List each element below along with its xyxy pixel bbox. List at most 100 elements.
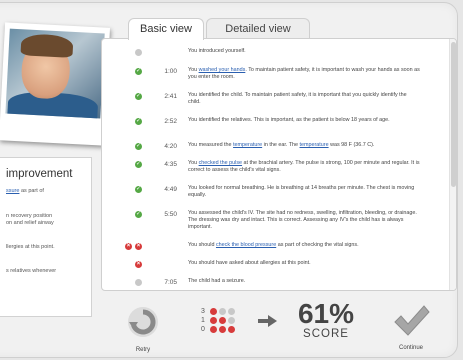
result-count: 0 xyxy=(201,326,205,333)
status-cell xyxy=(120,160,150,169)
summary-bar: Retry 3 1 0 61% SCORE Continue xyxy=(101,296,457,356)
row-text-segment: You introduced yourself. xyxy=(188,48,246,54)
improvement-text: n recovery position xyxy=(6,213,53,219)
feedback-row: 7:05 The child had a seizure. xyxy=(102,278,448,290)
row-link[interactable]: temperature xyxy=(233,142,262,148)
row-text: You should have asked about allergies at… xyxy=(188,260,420,267)
cross-icon xyxy=(125,242,132,251)
row-time: 7:05 xyxy=(164,279,177,286)
result-count: 1 xyxy=(201,317,205,324)
status-cell xyxy=(120,67,150,76)
improvement-title: improvement xyxy=(6,168,73,180)
row-text: The child had a seizure. xyxy=(188,278,420,285)
status-cell xyxy=(120,117,150,126)
check-icon xyxy=(135,210,142,219)
feedback-row: 4:20 You measured the temperature in the … xyxy=(102,142,448,156)
row-time: 2:41 xyxy=(164,93,177,100)
row-text-segment: You looked for normal breathing. He is b… xyxy=(188,185,415,198)
row-link[interactable]: washed your hands xyxy=(199,67,246,73)
feedback-row: 2:52 You identified the relatives. This i… xyxy=(102,117,448,138)
result-dot xyxy=(219,317,226,324)
row-text: You washed your hands. To maintain patie… xyxy=(188,67,420,81)
row-text-segment: as part of checking the vital signs. xyxy=(276,242,359,248)
cross-icon xyxy=(135,242,142,251)
scrollbar[interactable] xyxy=(449,39,456,290)
row-text: You identified the child. To maintain pa… xyxy=(188,92,420,106)
result-dot xyxy=(228,317,235,324)
row-text: You assessed the child's IV. The site ha… xyxy=(188,210,420,231)
pending-icon xyxy=(135,279,142,286)
row-text-segment: You should xyxy=(188,242,216,248)
row-text-segment: You assessed the child's IV. The site ha… xyxy=(188,210,417,230)
result-dot xyxy=(228,308,235,315)
improvement-card: improvement ssure as part of n recovery p… xyxy=(0,157,92,317)
row-text-segment: You measured the xyxy=(188,142,234,148)
arrow-right-icon xyxy=(258,315,277,327)
improvement-text: as part of xyxy=(19,188,44,194)
result-row: 1 xyxy=(201,316,251,325)
feedback-row: 4:35 You checked the pulse at the brachia… xyxy=(102,160,448,181)
feedback-row: You should have asked about allergies at… xyxy=(102,260,448,274)
continue-label: Continue xyxy=(398,345,424,351)
improvement-line: ssure as part of xyxy=(6,188,44,195)
row-text-segment: You should have asked about allergies at… xyxy=(188,260,311,266)
row-link[interactable]: check the blood pressure xyxy=(216,242,276,248)
continue-button[interactable]: Continue xyxy=(391,302,431,351)
row-time: 4:20 xyxy=(164,143,177,150)
improvement-text: s relatives whenever xyxy=(6,268,57,274)
retry-label: Retry xyxy=(135,347,151,353)
pending-icon xyxy=(135,49,142,56)
row-text-segment: in the ear. The xyxy=(262,142,300,148)
result-dot xyxy=(228,326,235,333)
result-row: 0 xyxy=(201,325,251,334)
tab-basic-view[interactable]: Basic view xyxy=(128,18,204,40)
feedback-row: 5:50 You assessed the child's IV. The sit… xyxy=(102,210,448,238)
row-text: You introduced yourself. xyxy=(188,48,420,55)
row-time: 4:35 xyxy=(164,161,177,168)
result-dot xyxy=(219,326,226,333)
score-value: 61% xyxy=(297,298,355,329)
improvement-text: llergies at this point. xyxy=(6,244,55,250)
result-dot xyxy=(210,308,217,315)
row-link[interactable]: checked the pulse xyxy=(199,160,242,166)
status-cell xyxy=(120,242,150,251)
row-time: 4:49 xyxy=(164,186,177,193)
row-text: You checked the pulse at the brachial ar… xyxy=(188,160,420,174)
row-time: 5:50 xyxy=(164,211,177,218)
row-text-segment: You xyxy=(188,160,199,166)
feedback-panel: You introduced yourself. 1:00 You washed y… xyxy=(101,38,457,291)
check-icon xyxy=(135,92,142,101)
result-dot xyxy=(219,308,226,315)
patient-photo-image xyxy=(5,28,105,119)
status-cell xyxy=(120,92,150,101)
feedback-row: You introduced yourself. xyxy=(102,48,448,62)
row-time: 1:00 xyxy=(164,68,177,75)
row-text: You measured the temperature in the ear.… xyxy=(188,142,420,149)
row-link[interactable]: temperature xyxy=(300,142,329,148)
status-cell xyxy=(120,142,150,151)
hair-shape xyxy=(20,33,74,58)
check-icon xyxy=(135,117,142,126)
result-row: 3 xyxy=(201,307,251,316)
cross-icon xyxy=(135,260,142,269)
score-display: 61% SCORE xyxy=(291,300,361,341)
feedback-list: You introduced yourself. 1:00 You washed y… xyxy=(102,42,448,290)
row-text-segment: was 98 F (36.7 C). xyxy=(328,142,375,148)
result-count: 3 xyxy=(201,308,205,315)
retry-icon xyxy=(128,307,158,337)
score-label: SCORE xyxy=(303,328,349,340)
check-icon xyxy=(135,142,142,151)
scrollbar-thumb[interactable] xyxy=(451,42,456,187)
feedback-row: 2:41 You identified the child. To maintai… xyxy=(102,92,448,113)
improvement-link[interactable]: ssure xyxy=(6,188,19,194)
improvement-text: on and relief airway xyxy=(6,220,54,226)
row-text: You identified the relatives. This is im… xyxy=(188,117,420,124)
row-text-segment: You xyxy=(188,67,199,73)
retry-button[interactable]: Retry xyxy=(125,304,161,353)
row-time: 2:52 xyxy=(164,118,177,125)
check-icon xyxy=(135,185,142,194)
tab-detailed-view[interactable]: Detailed view xyxy=(206,18,310,40)
status-cell xyxy=(120,210,150,219)
improvement-line: llergies at this point. xyxy=(6,244,55,251)
improvement-line: s relatives whenever xyxy=(6,268,56,275)
